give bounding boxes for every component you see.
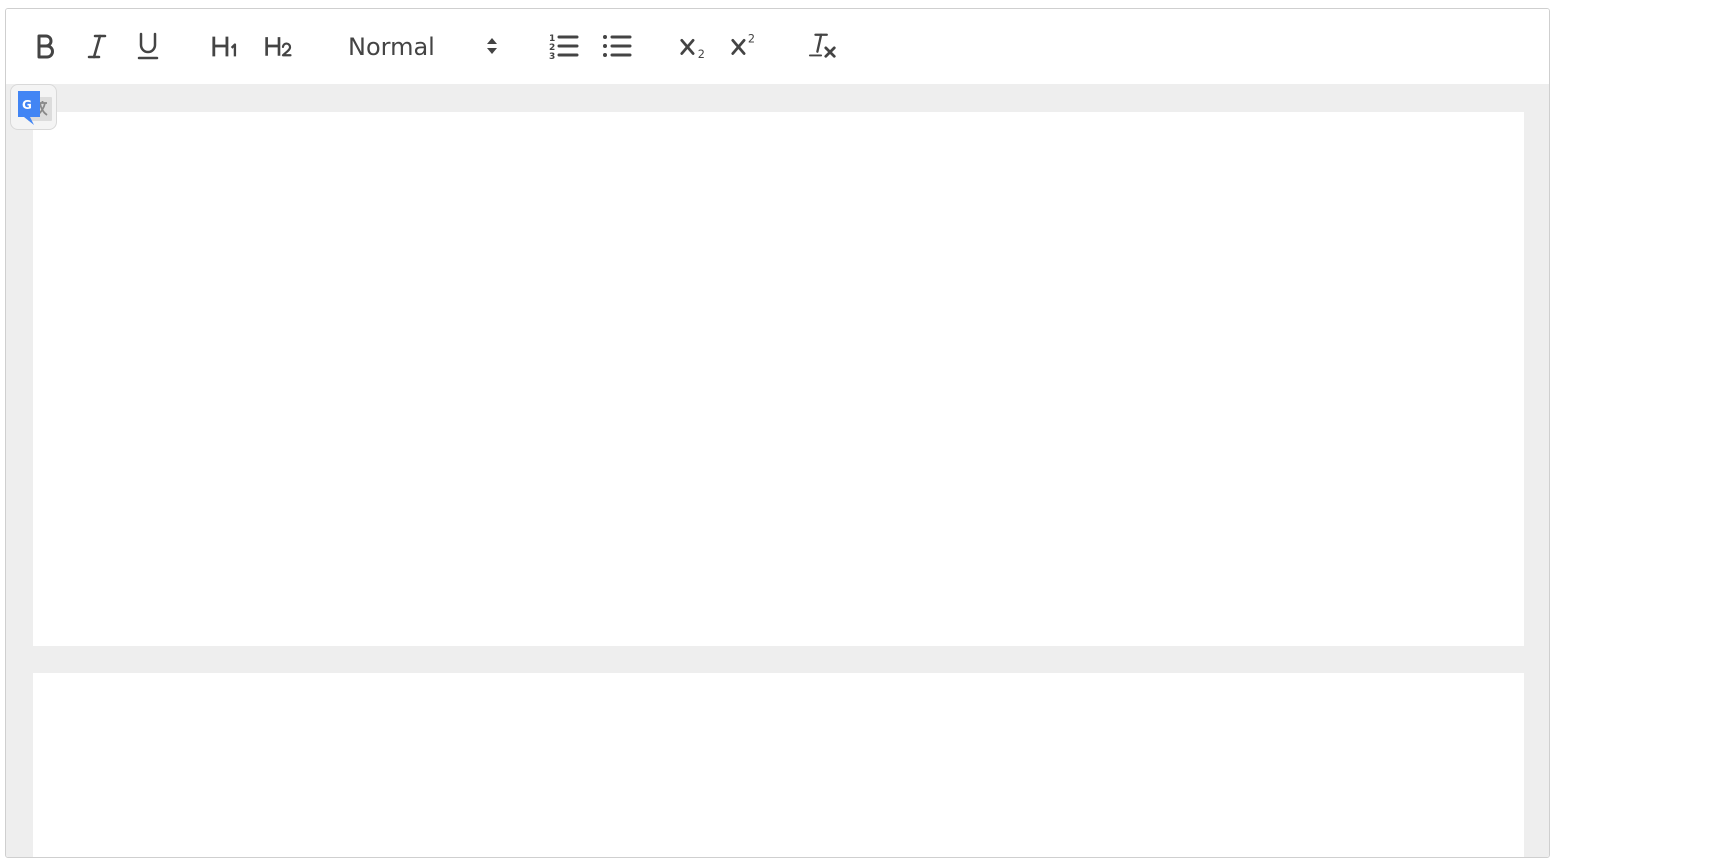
clear-formatting-icon [808, 33, 836, 58]
underline-button[interactable] [133, 29, 163, 63]
google-translate-button[interactable]: G [10, 84, 57, 130]
heading-2-icon [265, 37, 292, 57]
superscript-button[interactable]: 2 [730, 29, 760, 63]
bullet-list-icon [603, 35, 632, 57]
subscript-button[interactable]: 2 [679, 29, 709, 63]
italic-icon [87, 34, 107, 59]
bold-icon [37, 34, 54, 59]
svg-text:2: 2 [698, 48, 705, 61]
format-select[interactable]: Normal [336, 29, 511, 63]
ordered-list-button[interactable]: 1 2 3 [549, 29, 579, 63]
svg-text:3: 3 [549, 52, 555, 61]
editor-workspace [6, 84, 1549, 857]
heading-2-button[interactable] [264, 29, 294, 63]
bold-button[interactable] [30, 29, 60, 63]
bullet-list-button[interactable] [602, 29, 632, 63]
updown-arrows-icon [487, 38, 497, 54]
ordered-list-icon: 1 2 3 [549, 34, 579, 61]
rich-text-editor: Normal 1 2 3 2 2 [5, 8, 1550, 858]
italic-button[interactable] [82, 29, 112, 63]
svg-text:G: G [22, 98, 32, 112]
clear-formatting-button[interactable] [808, 29, 838, 63]
editor-page[interactable] [33, 673, 1524, 857]
toolbar: Normal 1 2 3 2 2 [6, 9, 1549, 85]
subscript-icon: 2 [680, 38, 705, 61]
heading-1-icon [212, 36, 237, 57]
svg-text:2: 2 [748, 32, 755, 45]
editor-page[interactable] [33, 112, 1524, 646]
google-translate-icon: G [18, 91, 52, 125]
heading-1-button[interactable] [211, 29, 241, 63]
superscript-icon: 2 [731, 32, 755, 55]
underline-icon [137, 32, 159, 60]
format-select-value: Normal [348, 33, 435, 61]
